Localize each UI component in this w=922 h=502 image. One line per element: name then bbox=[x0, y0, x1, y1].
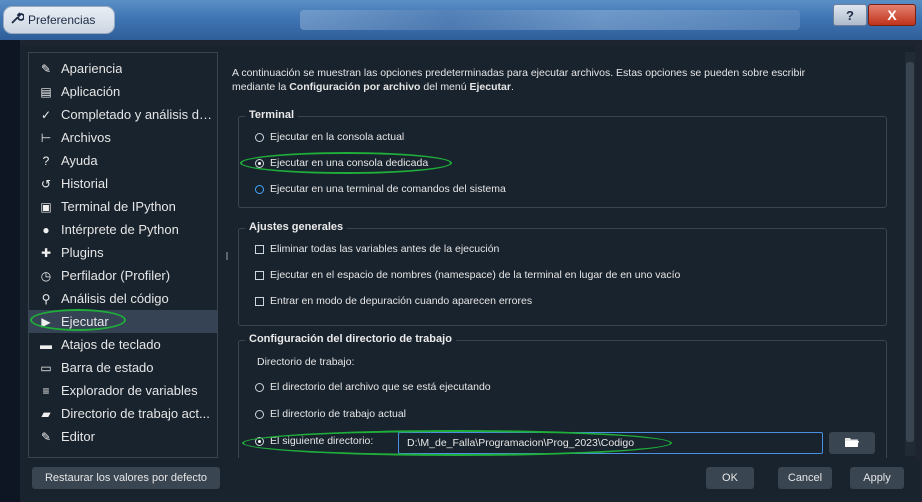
app-window-icon: ▤ bbox=[40, 84, 52, 99]
statusbar-icon: ▭ bbox=[40, 360, 52, 375]
sidebar-item[interactable]: ✓ Completado y análisis de... bbox=[29, 103, 217, 126]
cancel-button[interactable]: Cancel bbox=[778, 467, 832, 489]
history-icon: ↺ bbox=[40, 176, 52, 191]
apply-button[interactable]: Apply bbox=[850, 467, 904, 489]
general-group-title: Ajustes generales bbox=[245, 221, 348, 233]
content-scrollbar[interactable] bbox=[905, 52, 915, 456]
workdir-label: Directorio de trabajo: bbox=[257, 356, 355, 368]
terminal-group: Terminal Ejecutar en la consola actual E… bbox=[238, 109, 887, 208]
sidebar-item[interactable]: ▣ Terminal de IPython bbox=[29, 195, 217, 218]
python-icon: ● bbox=[42, 222, 50, 237]
radio-selected-icon[interactable] bbox=[255, 436, 264, 446]
sidebar-item-label: Perfilador (Profiler) bbox=[61, 268, 171, 283]
sidebar-item[interactable]: ▭ Barra de estado bbox=[29, 356, 217, 379]
wrench-icon bbox=[10, 11, 25, 30]
radio-icon[interactable] bbox=[255, 132, 264, 142]
sidebar-item-label: Terminal de IPython bbox=[61, 199, 176, 214]
puzzle-icon: ✚ bbox=[40, 245, 52, 260]
ok-button[interactable]: OK bbox=[706, 467, 754, 489]
title-bar: Preferencias ? X bbox=[0, 0, 922, 40]
sidebar-item-label: Historial bbox=[61, 176, 108, 191]
run-settings-panel: A continuación se muestran las opciones … bbox=[232, 52, 902, 458]
sidebar-item-label: Archivos bbox=[61, 130, 111, 145]
files-tree-icon: ⊢ bbox=[40, 130, 52, 145]
sidebar-item[interactable]: ▰ Directorio de trabajo act... bbox=[29, 402, 217, 425]
window-title: Preferencias bbox=[28, 13, 96, 27]
sidebar-item[interactable]: ◷ Perfilador (Profiler) bbox=[29, 264, 217, 287]
sidebar-item[interactable]: ≡ Explorador de variables bbox=[29, 379, 217, 402]
directory-path-input[interactable]: D:\M_de_Falla\Programacion\Prog_2023\Cod… bbox=[398, 432, 823, 454]
option-current-console[interactable]: Ejecutar en la consola actual bbox=[255, 131, 404, 143]
terminal-group-title: Terminal bbox=[245, 109, 299, 121]
sidebar-item-label: Ayuda bbox=[61, 153, 98, 168]
help-button[interactable]: ? bbox=[833, 4, 867, 26]
window-title-tab: Preferencias bbox=[3, 6, 115, 34]
radio-selected-icon[interactable] bbox=[255, 158, 264, 168]
sidebar-item[interactable]: ▤ Aplicación bbox=[29, 80, 217, 103]
pen-icon: ✎ bbox=[40, 429, 52, 444]
sidebar-item-label: Explorador de variables bbox=[61, 383, 198, 398]
radio-icon[interactable] bbox=[255, 382, 264, 392]
browse-folder-button[interactable] bbox=[829, 432, 875, 454]
option-clear-variables[interactable]: Eliminar todas las variables antes de la… bbox=[255, 243, 499, 255]
sidebar-item-label: Apariencia bbox=[61, 61, 123, 76]
sidebar-item-label: Aplicación bbox=[61, 84, 121, 99]
folder-icon: ▰ bbox=[41, 406, 51, 421]
blurred-title-area bbox=[300, 10, 800, 30]
intro-text: A continuación se muestran las opciones … bbox=[232, 67, 806, 93]
option-file-directory[interactable]: El directorio del archivo que se está ej… bbox=[255, 381, 491, 393]
option-debug-on-error[interactable]: Entrar en modo de depuración cuando apar… bbox=[255, 295, 532, 307]
splitter-handle[interactable] bbox=[224, 52, 230, 458]
checkbox-icon[interactable] bbox=[255, 244, 264, 254]
option-system-terminal[interactable]: Ejecutar en una terminal de comandos del… bbox=[255, 183, 506, 195]
sidebar-item-label: Análisis del código bbox=[61, 291, 169, 306]
dialog-footer: Restaurar los valores por defecto OK Can… bbox=[20, 460, 920, 502]
sidebar-item[interactable]: ⊢ Archivos bbox=[29, 126, 217, 149]
option-dedicated-console[interactable]: Ejecutar en una consola dedicada bbox=[255, 157, 428, 169]
background-strip bbox=[0, 40, 20, 502]
checkbox-icon[interactable] bbox=[255, 270, 264, 280]
code-analysis-icon: ⚲ bbox=[41, 291, 51, 306]
sidebar-item-label: Completado y análisis de... bbox=[61, 107, 217, 122]
sidebar-item[interactable]: ✎ Apariencia bbox=[29, 57, 217, 80]
sidebar-item-label: Barra de estado bbox=[61, 360, 154, 375]
sidebar-item-label: Directorio de trabajo act... bbox=[61, 406, 210, 421]
list-icon: ≡ bbox=[42, 383, 50, 398]
folder-open-icon bbox=[844, 436, 860, 451]
preferences-sidebar: ✎ Apariencia ▤ Aplicación ✓ Completado y anál… bbox=[28, 52, 218, 458]
option-current-directory[interactable]: El directorio de trabajo actual bbox=[255, 408, 406, 420]
sidebar-item[interactable]: ✚ Plugins bbox=[29, 241, 217, 264]
reset-defaults-button[interactable]: Restaurar los valores por defecto bbox=[32, 467, 220, 489]
sidebar-item[interactable]: ↺ Historial bbox=[29, 172, 217, 195]
option-console-namespace[interactable]: Ejecutar en el espacio de nombres (names… bbox=[255, 269, 680, 281]
sidebar-item[interactable]: ✎ Editor bbox=[29, 425, 217, 448]
sidebar-item-label: Editor bbox=[61, 429, 95, 444]
sidebar-item-label: Plugins bbox=[61, 245, 104, 260]
close-button[interactable]: X bbox=[868, 4, 916, 26]
checkbox-icon[interactable] bbox=[255, 296, 264, 306]
help-icon: ? bbox=[42, 153, 50, 168]
terminal-icon: ▣ bbox=[40, 199, 52, 214]
keyboard-icon: ▬ bbox=[40, 337, 52, 352]
play-icon: ▶ bbox=[41, 314, 51, 329]
sidebar-item[interactable]: ⚲ Análisis del código bbox=[29, 287, 217, 310]
completion-icon: ✓ bbox=[40, 107, 52, 122]
option-following-directory[interactable]: El siguiente directorio: bbox=[255, 435, 373, 447]
stopwatch-icon: ◷ bbox=[40, 268, 52, 283]
workdir-group-title: Configuración del directorio de trabajo bbox=[245, 333, 456, 345]
sidebar-item[interactable]: ▬ Atajos de teclado bbox=[29, 333, 217, 356]
sidebar-item[interactable]: ? Ayuda bbox=[29, 149, 217, 172]
radio-icon[interactable] bbox=[255, 409, 264, 419]
sidebar-item[interactable]: ● Intérprete de Python bbox=[29, 218, 217, 241]
scrollbar-thumb[interactable] bbox=[906, 62, 914, 442]
sidebar-item-label: Ejecutar bbox=[61, 314, 109, 329]
radio-icon[interactable] bbox=[255, 184, 264, 194]
sidebar-item-label: Intérprete de Python bbox=[61, 222, 179, 237]
sidebar-item[interactable]: ▶ Ejecutar bbox=[29, 310, 217, 333]
general-settings-group: Ajustes generales Eliminar todas las var… bbox=[238, 221, 887, 326]
sidebar-item-label: Atajos de teclado bbox=[61, 337, 161, 352]
wand-icon: ✎ bbox=[40, 61, 52, 76]
